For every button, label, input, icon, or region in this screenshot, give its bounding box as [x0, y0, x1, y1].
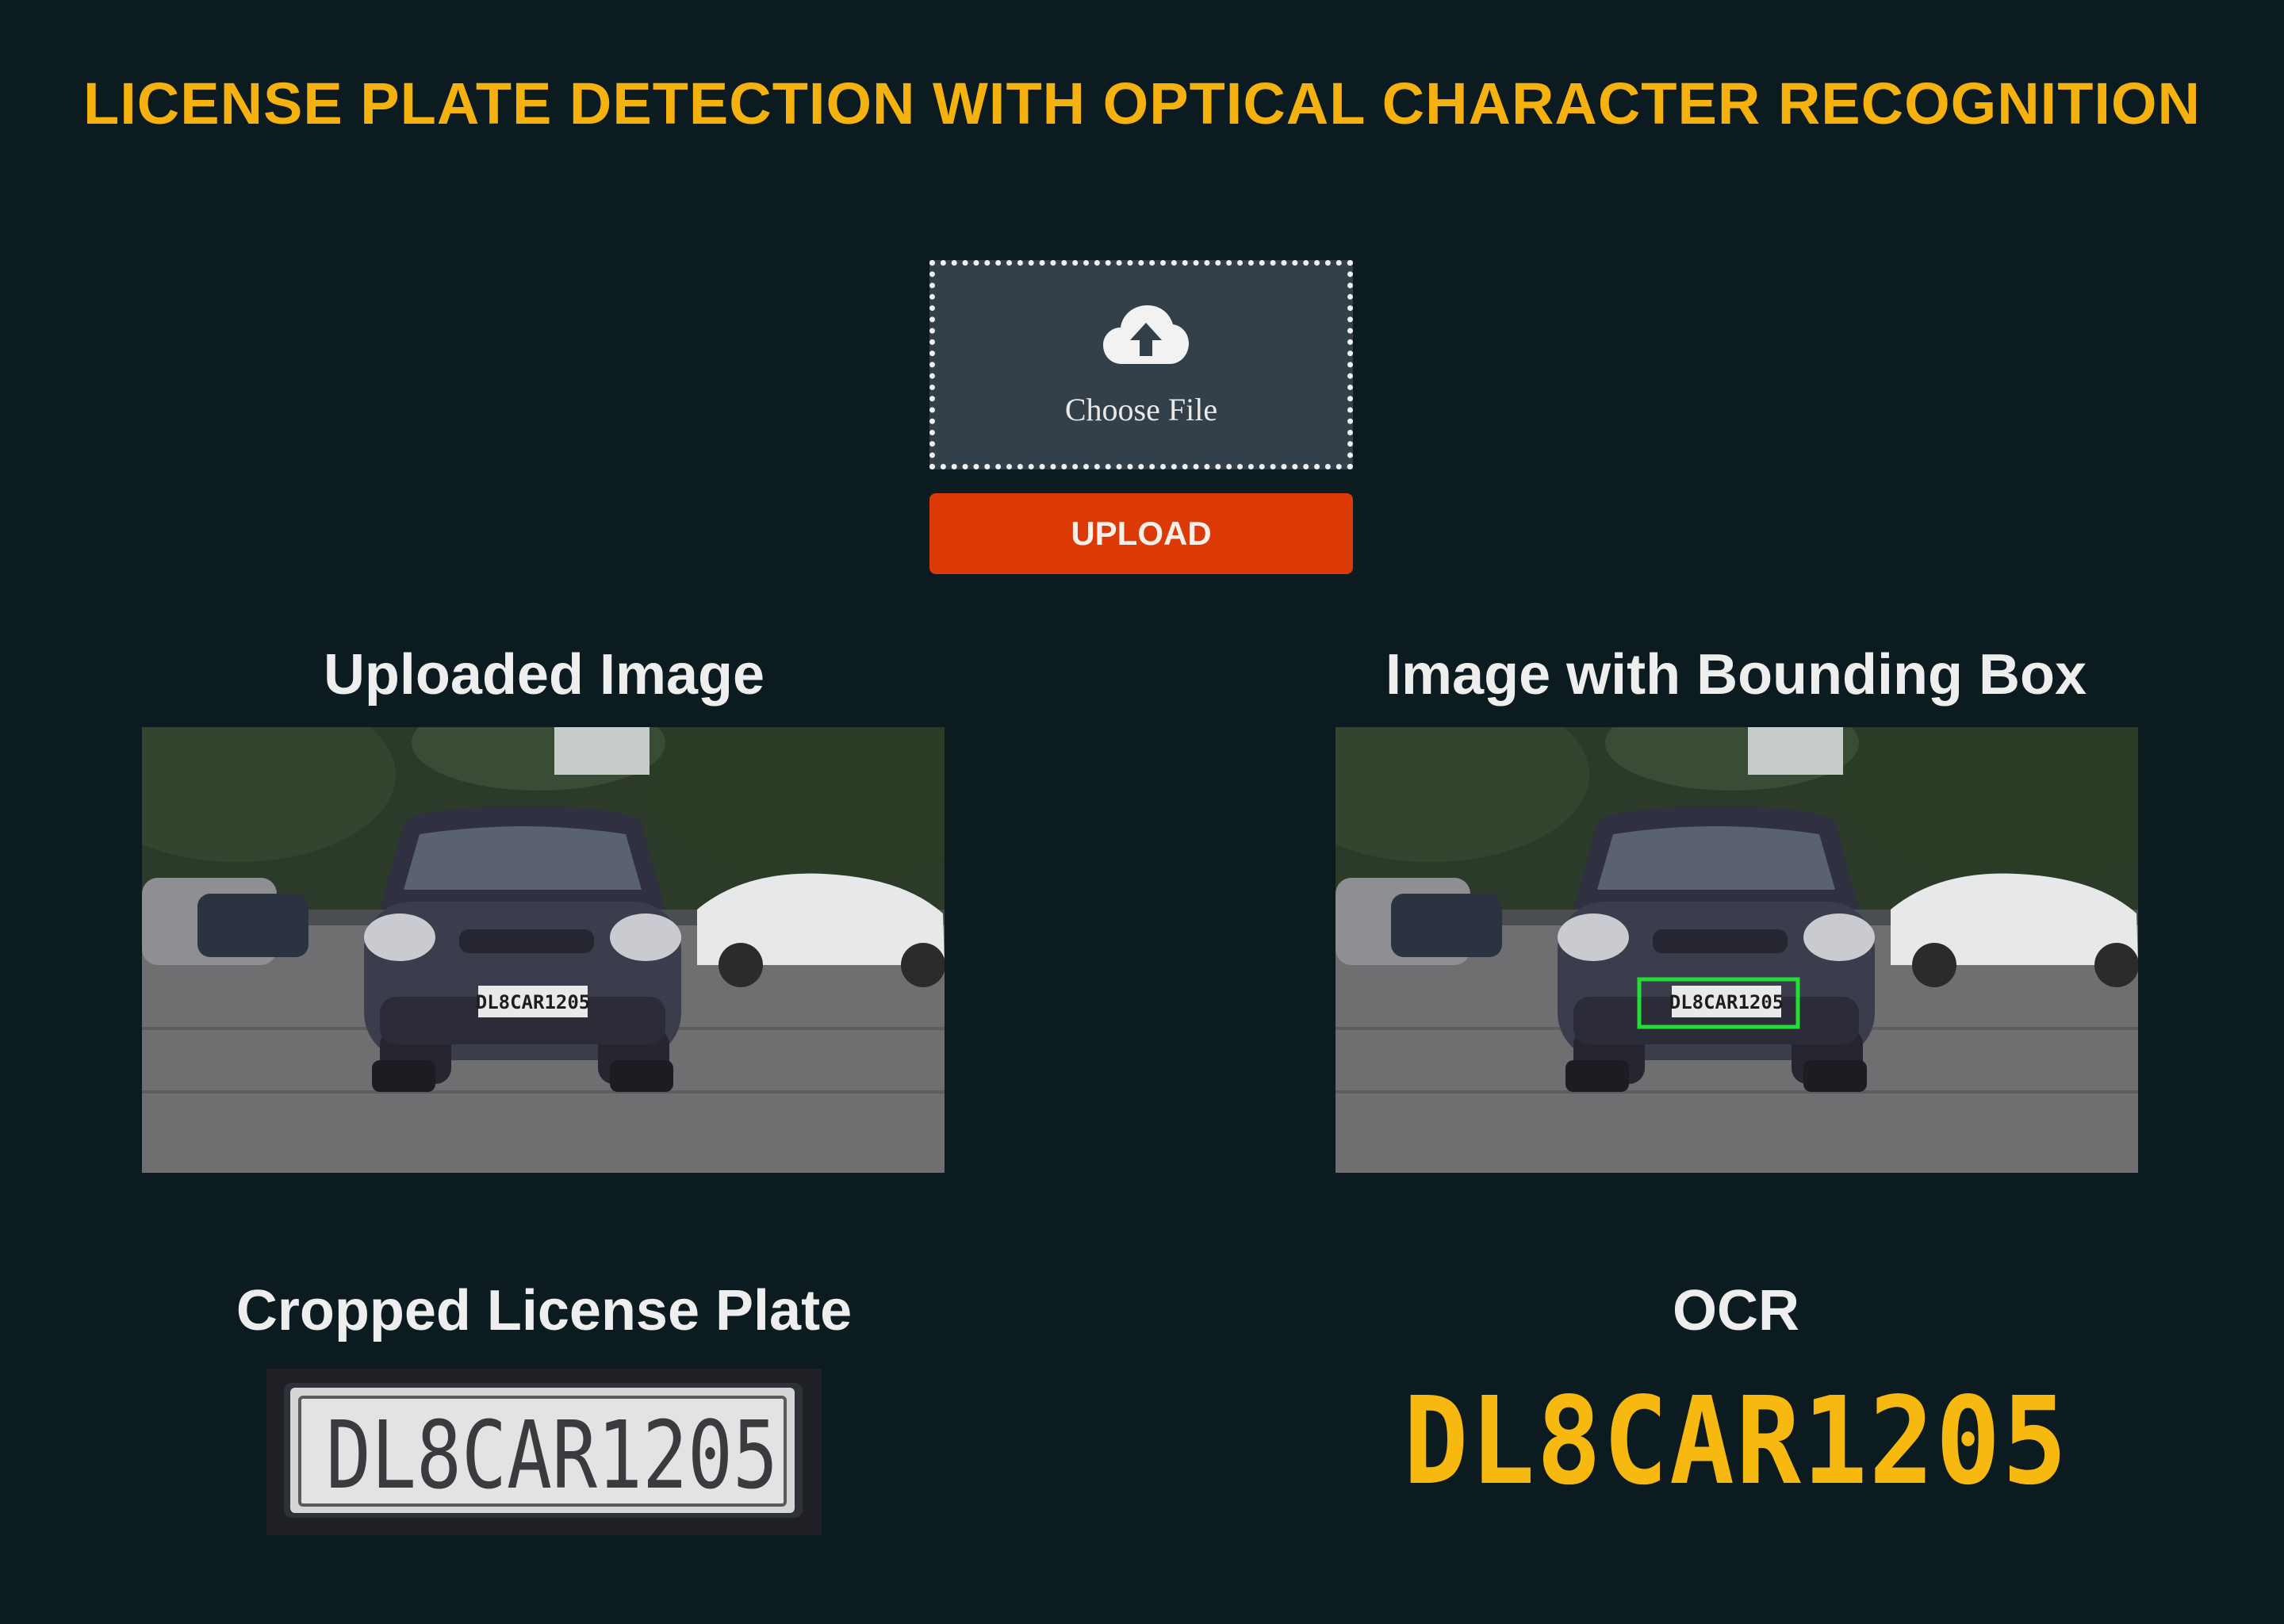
ocr-result: DL8CAR1205: [1403, 1372, 2069, 1512]
plate-text: DL8CAR1205: [1669, 991, 1784, 1013]
cropped-plate-text: DL8CAR1205: [326, 1400, 778, 1510]
page: LICENSE PLATE DETECTION WITH OPTICAL CHA…: [0, 0, 2284, 1624]
cloud-upload-icon: [1103, 305, 1189, 364]
bounding-box-image: DL8CAR1205: [1336, 727, 2138, 1173]
uploaded-image-heading: Uploaded Image: [323, 643, 765, 707]
cropped-plate-image: DL8CAR1205: [266, 1369, 822, 1535]
choose-file-dropzone[interactable]: Choose File: [929, 260, 1353, 469]
ocr-heading: OCR: [1673, 1279, 1799, 1342]
bounding-box-heading: Image with Bounding Box: [1385, 643, 2087, 707]
choose-file-label: Choose File: [1064, 392, 1218, 427]
plate-text: DL8CAR1205: [476, 991, 591, 1013]
page-title: LICENSE PLATE DETECTION WITH OPTICAL CHA…: [83, 71, 2201, 136]
uploaded-image: DL8CAR1205: [142, 727, 945, 1173]
cropped-plate-heading: Cropped License Plate: [236, 1279, 853, 1342]
upload-button[interactable]: UPLOAD: [929, 493, 1353, 574]
